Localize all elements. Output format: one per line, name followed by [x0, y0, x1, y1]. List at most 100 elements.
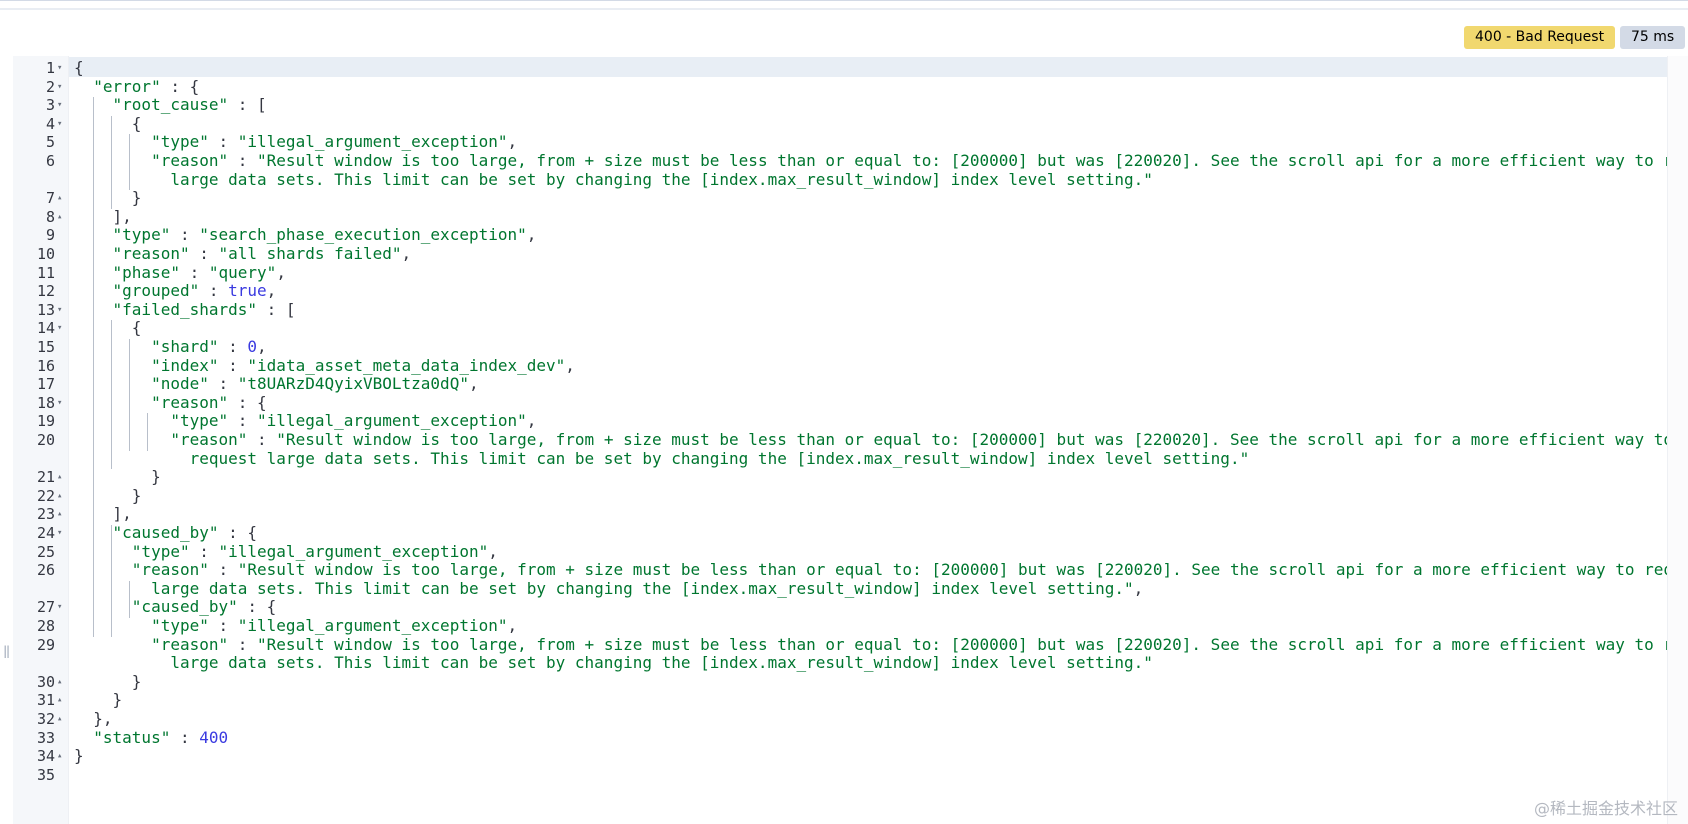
code-line: 19 "type" : "illegal_argument_exception"…	[0, 411, 1668, 431]
code-line: 8 ▴ ],	[0, 207, 1668, 227]
code-text: request large data sets. This limit can …	[74, 449, 1250, 469]
token-punct	[74, 411, 170, 430]
unfold-toggle-icon[interactable]: ▴	[57, 486, 62, 506]
indent-guide	[147, 413, 148, 451]
code-line: 9 "type" : "search_phase_execution_excep…	[0, 225, 1668, 245]
line-number: 35	[36, 765, 55, 784]
unfold-toggle-icon[interactable]: ▴	[57, 746, 62, 766]
fold-toggle-icon[interactable]: ▾	[57, 114, 62, 134]
watermark: @稀土掘金技术社区	[1533, 799, 1678, 818]
fold-toggle-icon[interactable]: ▾	[57, 58, 62, 78]
token-punct: }	[74, 690, 123, 710]
token-punct: }	[74, 467, 161, 487]
token-punct	[74, 449, 190, 468]
token-punct: ,	[1133, 578, 1144, 598]
code-text: large data sets. This limit can be set b…	[74, 579, 1143, 599]
token-str: large data sets. This limit can be set b…	[170, 653, 1153, 673]
token-num: 400	[199, 727, 229, 747]
token-key: "caused_by"	[131, 597, 238, 617]
code-text: }	[74, 467, 161, 487]
line-number: 14	[36, 319, 55, 338]
response-json-editor[interactable]: ‖ 1 ▾{2 ▾ "error" : {3 ▾ "root_cause" : [4 ▾…	[0, 56, 1688, 824]
code-line: 17 "node" : "t8UARzD4QyixVBOLtza0dQ",	[0, 374, 1668, 394]
token-punct: : {	[160, 76, 200, 96]
token-punct	[74, 728, 93, 747]
token-punct	[74, 337, 151, 356]
code-line: 7 ▴ }	[0, 188, 1668, 208]
token-punct	[74, 151, 151, 170]
toolbar-divider	[0, 8, 1688, 10]
fold-toggle-icon[interactable]: ▾	[57, 597, 62, 617]
token-punct: {	[74, 58, 84, 77]
token-punct: :	[208, 560, 238, 580]
token-bool: true	[228, 281, 267, 301]
line-number: 34	[36, 747, 55, 766]
line-number: 6	[45, 152, 55, 170]
code-line: 24 ▾ "caused_by" : {	[0, 523, 1668, 543]
fold-toggle-icon[interactable]: ▾	[57, 95, 62, 115]
code-line: 6 "reason" : "Result window is too large…	[0, 151, 1688, 171]
vertical-scrollbar[interactable]	[1667, 56, 1688, 824]
code-line: 12 "grouped" : true,	[0, 281, 1668, 301]
token-punct	[74, 430, 170, 449]
fold-toggle-icon[interactable]: ▾	[57, 300, 62, 320]
line-number: 22	[36, 486, 55, 505]
unfold-toggle-icon[interactable]: ▴	[57, 188, 62, 208]
token-str: "Result window is too large, from + size…	[237, 560, 1688, 580]
fold-toggle-icon[interactable]: ▾	[57, 318, 62, 338]
code-text: "node" : "t8UARzD4QyixVBOLtza0dQ",	[74, 374, 479, 394]
indent-guide	[129, 580, 130, 618]
line-number: 21	[36, 468, 55, 487]
code-line: 18 ▾ "reason" : {	[0, 393, 1668, 413]
code-line: 4 ▾ {	[0, 114, 1668, 134]
indent-guide	[111, 525, 112, 637]
token-punct	[74, 542, 132, 561]
code-text: "root_cause" : [	[74, 95, 267, 115]
line-number: 30	[36, 672, 55, 691]
token-punct: :	[228, 634, 258, 654]
token-key: "index"	[151, 355, 219, 375]
code-text: "reason" : "Result window is too large, …	[74, 430, 1673, 450]
unfold-toggle-icon[interactable]: ▴	[57, 690, 62, 710]
token-punct: ,	[565, 355, 575, 375]
token-str: "illegal_argument_exception"	[237, 132, 508, 152]
token-punct: :	[199, 281, 229, 301]
line-number: 24	[36, 524, 55, 542]
code-text: }	[74, 690, 123, 710]
code-text: }	[74, 746, 84, 766]
token-punct: : {	[237, 597, 277, 617]
code-text: "error" : {	[74, 77, 199, 97]
token-key: "type"	[112, 225, 171, 245]
code-line: 34 ▴}	[0, 746, 1668, 766]
code-text: "caused_by" : {	[74, 597, 277, 617]
code-text: "reason" : "Result window is too large, …	[74, 635, 1688, 655]
token-str: "t8UARzD4QyixVBOLtza0dQ"	[237, 374, 469, 394]
line-number: 10	[36, 245, 55, 263]
unfold-toggle-icon[interactable]: ▴	[57, 467, 62, 487]
token-str: "search_phase_execution_exception"	[199, 225, 527, 245]
line-number: 2	[45, 77, 55, 96]
token-key: "error"	[93, 76, 161, 96]
code-line: 13 ▾ "failed_shards" : [	[0, 300, 1668, 320]
indent-guide	[111, 115, 112, 209]
token-punct: :	[170, 225, 200, 245]
unfold-toggle-icon[interactable]: ▴	[57, 709, 62, 729]
code-text: ],	[74, 207, 132, 227]
code-line: large data sets. This limit can be set b…	[0, 653, 1668, 673]
unfold-toggle-icon[interactable]: ▴	[57, 672, 62, 692]
code-text: "type" : "illegal_argument_exception",	[74, 616, 517, 636]
token-str: large data sets. This limit can be set b…	[151, 578, 1134, 598]
line-number: 26	[36, 561, 55, 580]
token-punct	[74, 579, 151, 598]
code-text: {	[74, 58, 84, 78]
code-text: "status" : 400	[74, 728, 228, 748]
fold-toggle-icon[interactable]: ▾	[57, 393, 62, 413]
code-text: "type" : "search_phase_execution_excepti…	[74, 225, 537, 245]
unfold-toggle-icon[interactable]: ▴	[57, 504, 62, 524]
unfold-toggle-icon[interactable]: ▴	[57, 207, 62, 227]
token-punct: :	[228, 151, 258, 170]
token-punct: }	[74, 671, 142, 691]
fold-toggle-icon[interactable]: ▾	[57, 523, 62, 543]
fold-toggle-icon[interactable]: ▾	[57, 77, 62, 97]
line-number: 23	[36, 505, 55, 524]
